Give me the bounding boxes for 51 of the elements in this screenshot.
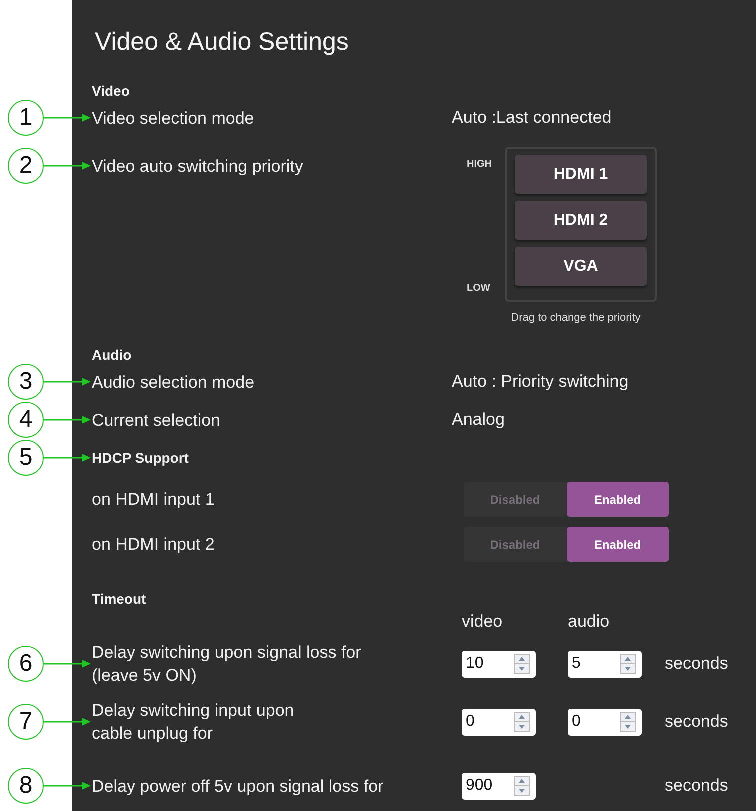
setting-value: Auto :Last connected — [452, 108, 613, 128]
setting-label: Delay power off 5v upon signal loss for — [92, 776, 385, 798]
priority-item[interactable]: HDMI 2 — [515, 201, 647, 240]
drag-hint: Drag to change the priority — [510, 312, 642, 324]
callout-number: 5 — [8, 440, 44, 476]
high-label: HIGH — [467, 159, 493, 170]
callout-arrow — [44, 377, 92, 387]
setting-value: Analog — [452, 410, 506, 430]
setting-value: Auto : Priority switching — [452, 372, 630, 392]
section-heading: Video — [92, 82, 131, 99]
callout-number: 3 — [8, 364, 44, 400]
spinner-arrows-icon[interactable] — [620, 654, 636, 674]
section-heading: Audio — [92, 347, 133, 363]
section-heading: HDCP Support — [92, 448, 190, 468]
unit-label: seconds — [665, 712, 730, 732]
priority-item[interactable]: VGA — [515, 247, 647, 286]
section-heading: Timeout — [92, 590, 148, 607]
callout-arrow — [44, 781, 92, 791]
callout-arrow — [44, 717, 92, 727]
callout-arrow — [44, 161, 92, 171]
unit-label: seconds — [665, 776, 730, 796]
callout-number: 1 — [8, 100, 44, 136]
page-title: Video & Audio Settings — [95, 28, 350, 57]
column-header: audio — [568, 612, 611, 632]
callout-number: 8 — [8, 768, 44, 804]
callout-number: 4 — [8, 402, 44, 438]
setting-label: Delay switching upon signal loss for (leave 5v ON) — [92, 642, 362, 687]
setting-label: Video auto switching priority — [92, 156, 304, 178]
setting-label: on HDMI input 2 — [92, 534, 216, 556]
low-label: LOW — [467, 283, 492, 294]
spinner-arrows-icon[interactable] — [620, 712, 636, 732]
column-header: video — [462, 612, 504, 632]
setting-label: Audio selection mode — [92, 372, 256, 394]
spinner-arrows-icon[interactable] — [514, 776, 530, 796]
callout-number: 7 — [8, 704, 44, 740]
callout-number: 2 — [8, 148, 44, 184]
spinner-arrows-icon[interactable] — [514, 712, 530, 732]
callout-arrow — [44, 113, 92, 123]
setting-label: Delay switching input upon cable unplug for — [92, 700, 296, 745]
toggle-option[interactable]: Enabled — [566, 527, 669, 562]
priority-item[interactable]: HDMI 1 — [515, 155, 647, 194]
setting-label: on HDMI input 1 — [92, 489, 216, 511]
setting-label: Current selection — [92, 410, 222, 432]
toggle-option[interactable]: Enabled — [566, 482, 669, 517]
callout-arrow — [44, 659, 92, 669]
callout-arrow — [44, 415, 92, 425]
callout-arrow — [44, 453, 92, 463]
spinner-arrows-icon[interactable] — [514, 654, 530, 674]
setting-label: Video selection mode — [92, 108, 256, 130]
unit-label: seconds — [665, 654, 730, 674]
callout-number: 6 — [8, 646, 44, 682]
